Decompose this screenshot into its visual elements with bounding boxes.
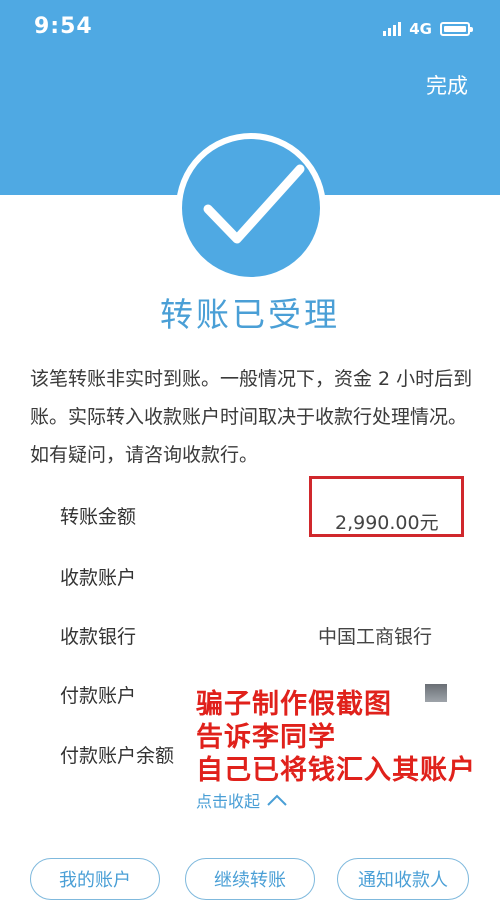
payee-account-label: 收款账户 bbox=[60, 567, 137, 589]
chevron-up-icon bbox=[267, 794, 287, 806]
status-time: 9:54 bbox=[34, 14, 93, 39]
battery-icon bbox=[440, 22, 473, 36]
success-badge bbox=[176, 133, 326, 283]
warning-overlay: 骗子制作假截图 告诉李同学 自己已将钱汇入其账户 bbox=[196, 688, 476, 787]
status-bar: 9:54 4G bbox=[0, 0, 500, 60]
status-indicators: 4G bbox=[383, 20, 473, 38]
action-bar: 我的账户 继续转账 通知收款人 bbox=[0, 858, 500, 900]
continue-transfer-button[interactable]: 继续转账 bbox=[185, 858, 315, 900]
page-title: 转账已受理 bbox=[160, 295, 340, 334]
check-icon bbox=[203, 164, 305, 244]
collapse-toggle[interactable]: 点击收起 bbox=[196, 788, 288, 812]
payer-balance-label: 付款账户余额 bbox=[60, 745, 175, 767]
collapse-label: 点击收起 bbox=[196, 792, 261, 811]
my-account-button[interactable]: 我的账户 bbox=[30, 858, 160, 900]
transfer-notice: 该笔转账非实时到账。一般情况下，资金 2 小时后到账。实际转入收款账户时间取决于… bbox=[30, 368, 473, 466]
notify-payee-button[interactable]: 通知收款人 bbox=[337, 858, 469, 900]
amount-label: 转账金额 bbox=[60, 506, 137, 528]
overlay-line-2: 告诉李同学 bbox=[196, 722, 336, 753]
payee-bank-value: 中国工商银行 bbox=[318, 626, 433, 648]
done-button[interactable]: 完成 bbox=[426, 70, 468, 100]
overlay-line-3: 自己已将钱汇入其账户 bbox=[196, 755, 476, 786]
overlay-line-1: 骗子制作假截图 bbox=[196, 689, 392, 720]
signal-icon bbox=[383, 22, 402, 36]
payer-account-label: 付款账户 bbox=[60, 685, 137, 707]
network-type: 4G bbox=[409, 20, 432, 38]
amount-highlight bbox=[309, 476, 464, 537]
payee-bank-label: 收款银行 bbox=[60, 626, 137, 648]
